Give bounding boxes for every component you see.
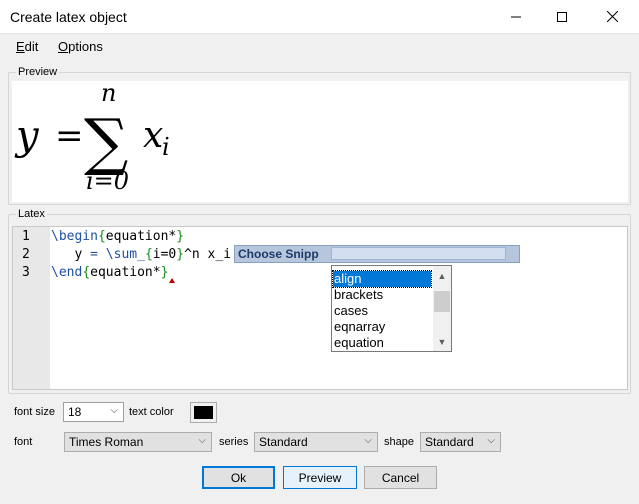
font-select[interactable]: Times Roman ⌵	[64, 432, 212, 452]
close-icon	[606, 11, 618, 22]
minimize-icon	[511, 16, 521, 17]
color-swatch	[194, 406, 213, 419]
code-command: \begin	[51, 229, 98, 244]
formula-lower-limit: i=0	[86, 167, 129, 195]
snippet-option-equation[interactable]: equation	[333, 335, 431, 351]
series-label: series	[219, 436, 249, 448]
code-command: \end	[51, 265, 83, 280]
code-brace: {	[97, 229, 106, 244]
formula-render: y = ∑ n i=0 x i	[14, 81, 170, 195]
code-line-1: \begin{equation*}	[51, 229, 184, 244]
snippet-option-eqnarray[interactable]: eqnarray	[333, 319, 431, 335]
menu-options-label: Options	[58, 39, 103, 54]
error-marker-icon	[169, 278, 175, 283]
series-value: Standard	[259, 435, 308, 449]
shape-value: Standard	[425, 435, 474, 449]
shape-select[interactable]: Standard ⌵	[420, 432, 501, 452]
latex-legend: Latex	[16, 208, 47, 220]
font-size-value: 18	[68, 405, 82, 419]
font-value: Times Roman	[69, 435, 144, 449]
formula-subscript: i	[162, 133, 170, 161]
code-brace: }	[160, 265, 169, 280]
snippet-option-brackets[interactable]: brackets	[333, 287, 431, 303]
line-number: 3	[22, 265, 30, 280]
preview-canvas: y = ∑ n i=0 x i	[12, 81, 628, 202]
font-label: font	[14, 436, 33, 448]
line-number: 2	[22, 247, 30, 262]
text-color-button[interactable]	[190, 402, 217, 423]
code-command: \sum_	[105, 247, 145, 262]
scroll-up-icon[interactable]: ▲	[433, 268, 451, 284]
chevron-down-icon: ⌵	[110, 405, 118, 416]
preview-legend: Preview	[16, 66, 60, 78]
text-color-label: text color	[129, 406, 174, 418]
code-brace: {	[82, 265, 91, 280]
code-argument: i=0	[152, 247, 177, 262]
snippet-search-input[interactable]	[331, 247, 506, 260]
preview-button[interactable]: Preview	[283, 466, 357, 489]
code-brace: {	[144, 247, 153, 262]
code-brace: }	[176, 247, 185, 262]
code-brace: }	[176, 229, 185, 244]
shape-label: shape	[384, 436, 414, 448]
code-argument: equation*	[90, 265, 161, 280]
snippet-option-cases[interactable]: cases	[333, 303, 431, 319]
scroll-thumb[interactable]	[434, 291, 450, 312]
close-button[interactable]	[589, 0, 635, 33]
font-size-label: font size	[14, 406, 55, 418]
chevron-down-icon: ⌵	[364, 435, 372, 446]
snippet-option-align[interactable]: align	[332, 270, 432, 288]
font-size-select[interactable]: 18 ⌵	[63, 402, 124, 422]
code-operator: =	[82, 247, 106, 262]
maximize-button[interactable]	[539, 0, 585, 33]
chevron-down-icon: ⌵	[198, 435, 206, 446]
formula-upper-limit: n	[101, 81, 116, 107]
maximize-icon	[557, 11, 567, 22]
minimize-button[interactable]	[493, 0, 539, 33]
formula-variable: x	[143, 115, 163, 156]
window-title: Create latex object	[10, 9, 127, 25]
code-line-3: \end{equation*}	[51, 265, 168, 280]
menu-options[interactable]: Options	[58, 39, 103, 54]
code-argument: equation*	[105, 229, 177, 244]
code-line-2: y = \sum_{i=0}^n x_i	[51, 247, 231, 262]
formula-lhs: y	[14, 113, 40, 159]
series-select[interactable]: Standard ⌵	[254, 432, 378, 452]
code-text: ^n x_i	[184, 247, 232, 262]
formula-equals: =	[55, 116, 84, 156]
cancel-button[interactable]: Cancel	[364, 466, 437, 489]
snippet-label: Choose Snipp	[238, 247, 319, 261]
scroll-down-icon[interactable]: ▼	[433, 334, 451, 350]
ok-button[interactable]: Ok	[202, 466, 275, 489]
chevron-down-icon: ⌵	[487, 435, 495, 446]
line-number: 1	[22, 229, 30, 244]
menu-edit[interactable]: Edit	[16, 39, 38, 54]
menu-edit-label: Edit	[16, 39, 39, 54]
